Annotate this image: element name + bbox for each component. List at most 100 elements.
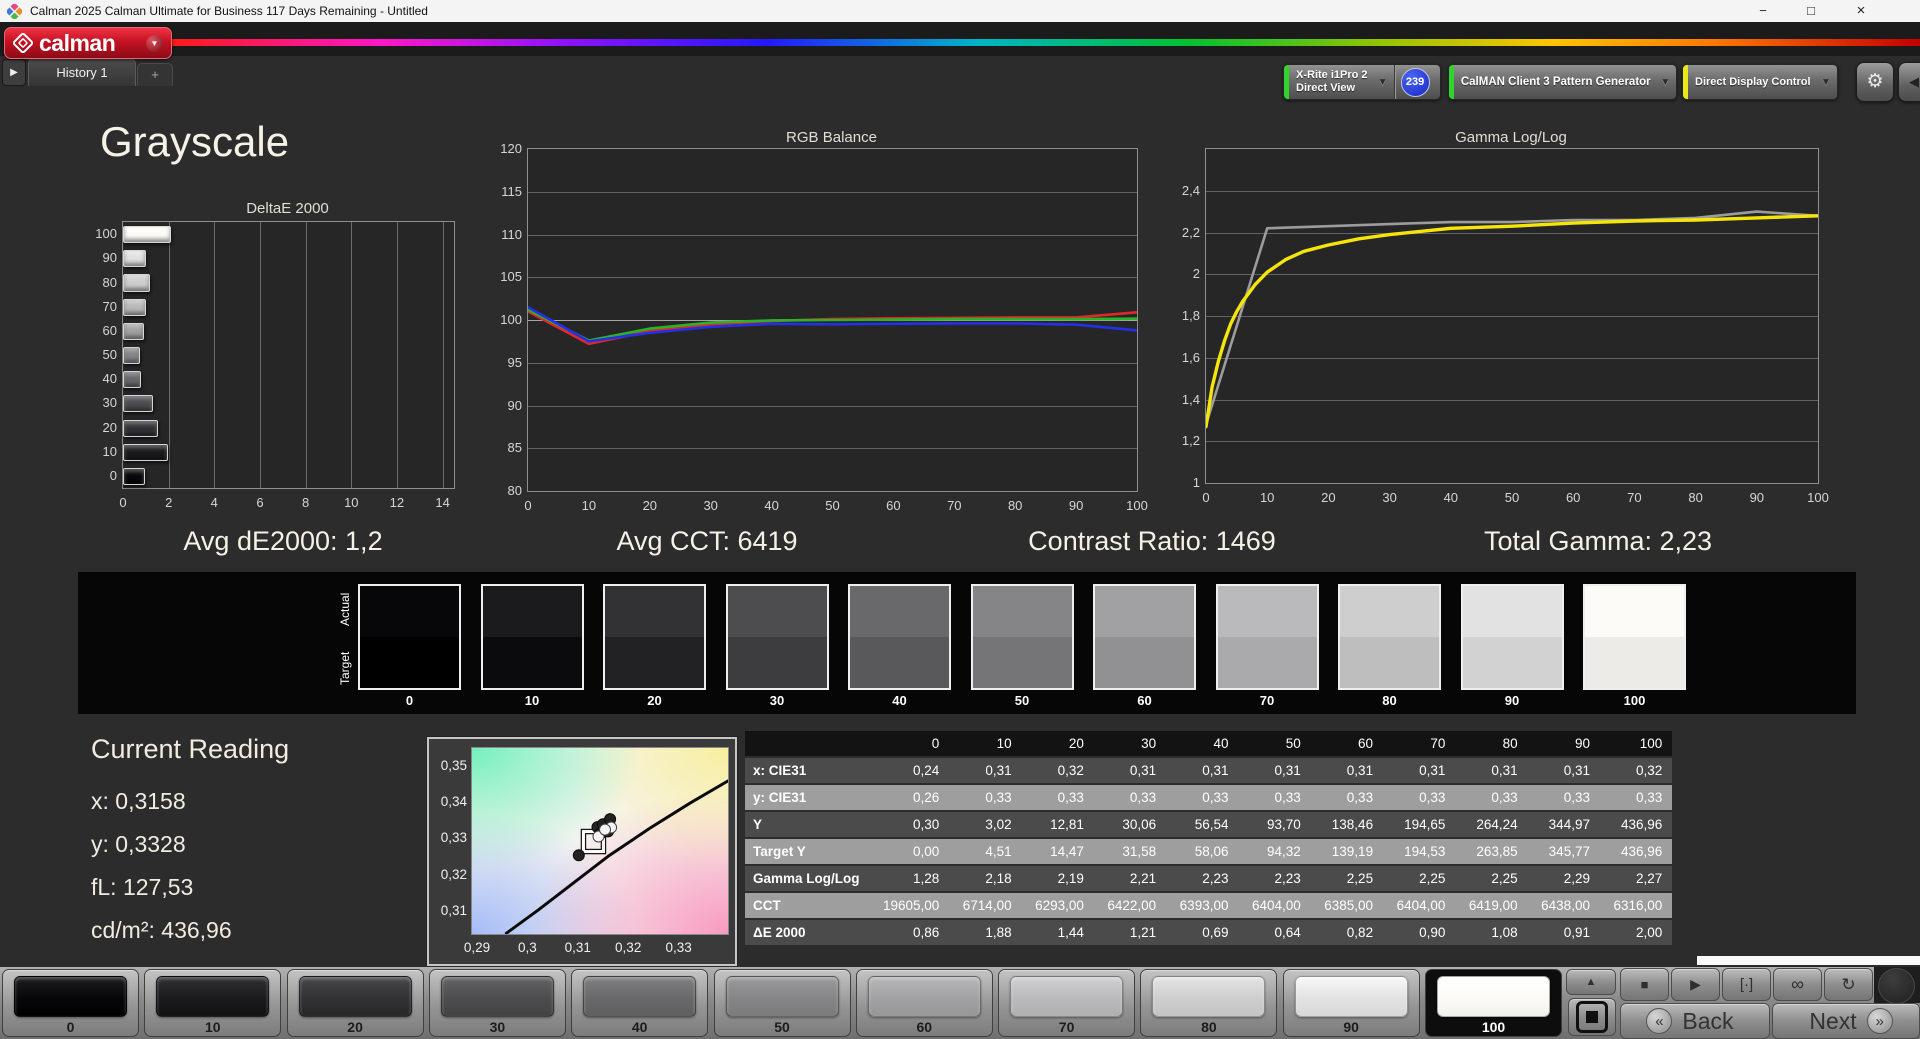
pattern-level-button-70[interactable]: 70 <box>998 969 1136 1037</box>
table-cell: 6438,00 <box>1527 893 1600 918</box>
window-title: Calman 2025 Calman Ultimate for Business… <box>30 4 428 18</box>
pattern-generator-selector[interactable]: CalMAN Client 3 Pattern Generator ▼ <box>1448 64 1677 100</box>
current-reading-x: x: 0,3158 <box>91 788 186 814</box>
cie-ytick-0,34: 0,34 <box>440 794 467 810</box>
deltae-ytick-30: 30 <box>102 395 117 411</box>
table-cell: 0,33 <box>1599 785 1673 810</box>
calman-logo-text: calman <box>39 29 116 56</box>
measurement-table-container: 0 10 20 30 40 50 60 70 80 90 100 x: CIE31 0,24 0,31 0,… <box>745 729 1673 947</box>
infinity-icon[interactable]: ∞ <box>1773 968 1822 1001</box>
pattern-generator-dropdown-icon: ▼ <box>1660 76 1671 88</box>
pattern-level-button-100[interactable]: 100 <box>1425 969 1562 1037</box>
gamma-line-target-gamma <box>1206 210 1818 426</box>
deltae-bar-20 <box>123 419 158 437</box>
pattern-level-button-40[interactable]: 40 <box>571 969 709 1037</box>
rgb-ytick-95: 95 <box>507 354 522 370</box>
table-col-10: 10 <box>949 731 1022 756</box>
cie-daylight-locus <box>504 779 728 934</box>
pattern-level-label-100: 100 <box>1481 1019 1506 1035</box>
gamma-chart-title: Gamma Log/Log <box>1455 129 1567 146</box>
rgb-ytick-110: 110 <box>501 226 522 242</box>
deltae-ytick-90: 90 <box>102 250 117 266</box>
table-cell: 0,82 <box>1310 920 1384 945</box>
deltae-ytick-10: 10 <box>102 443 117 459</box>
deltae-ytick-60: 60 <box>102 322 117 338</box>
pattern-level-button-50[interactable]: 50 <box>713 969 851 1037</box>
deltae-xtick-12: 12 <box>389 495 405 510</box>
next-button[interactable]: Next » <box>1772 1003 1920 1039</box>
grayscale-swatch-60: 60 <box>1093 584 1196 708</box>
collapse-panel-icon[interactable]: ◀ <box>1898 62 1920 102</box>
play-icon[interactable]: ▶ <box>1671 968 1720 1001</box>
grayscale-swatch-90: 90 <box>1460 584 1564 708</box>
gamma-ytick-1,6: 1,6 <box>1181 349 1200 365</box>
table-cell: 0,32 <box>1599 758 1673 783</box>
table-cell: 0,69 <box>1166 920 1239 945</box>
refresh-icon[interactable]: ↻ <box>1824 968 1873 1001</box>
rgb-balance-chart: 120 115 110 105 100 95 90 85 80 0 10 20 30 40 50 60 70 80… <box>500 141 1148 513</box>
display-control-label: Direct Display Control <box>1695 75 1811 88</box>
calman-menu-button[interactable]: calman ▼ <box>4 27 172 59</box>
pattern-level-label-10: 10 <box>205 1019 221 1035</box>
gamma-xtick-20: 20 <box>1321 490 1336 505</box>
table-cell: 264,24 <box>1455 812 1528 837</box>
logo-dropdown-icon: ▼ <box>146 34 163 52</box>
grayscale-swatch-10: 10 <box>480 584 584 708</box>
cie-xtick-0,3: 0,3 <box>518 940 537 955</box>
history-panel-expand-button[interactable]: ▶ <box>2 59 26 86</box>
rgb-ytick-115: 115 <box>501 183 522 199</box>
gamma-xtick-50: 50 <box>1504 490 1520 505</box>
deltae-bar-90 <box>123 250 146 268</box>
white-strip <box>1697 956 1920 965</box>
rgb-ytick-105: 105 <box>500 269 522 285</box>
table-cell: 2,00 <box>1599 920 1673 945</box>
gamma-xtick-90: 90 <box>1749 490 1765 505</box>
deltae-bar-0 <box>123 467 145 485</box>
table-row-cct: CCT 19605,00 6714,00 6293,00 6422,00 6393,00 6… <box>745 893 1673 918</box>
maximize-icon[interactable]: □ <box>1790 0 1832 22</box>
row-label: y: CIE31 <box>745 785 877 810</box>
back-button[interactable]: « Back <box>1620 1003 1770 1039</box>
deltae-bar-40 <box>123 371 141 389</box>
table-col-100: 100 <box>1599 731 1673 756</box>
pattern-level-swatch-60 <box>867 976 981 1017</box>
meter-divider <box>1393 65 1395 99</box>
pattern-level-button-10[interactable]: 10 <box>144 969 282 1037</box>
pattern-level-label-0: 0 <box>66 1019 75 1035</box>
table-cell: 0,30 <box>877 812 950 837</box>
pattern-window-button[interactable] <box>1568 998 1616 1036</box>
table-row--e-2000: ΔE 2000 0,86 1,88 1,44 1,21 0,69 0,64 0,82 0,90 1… <box>745 920 1673 945</box>
pattern-level-button-60[interactable]: 60 <box>855 969 993 1037</box>
gamma-ytick-2: 2 <box>1192 266 1200 282</box>
rgb-ytick-80: 80 <box>507 483 522 498</box>
deltae-xtick-0: 0 <box>119 495 127 510</box>
pattern-level-button-90[interactable]: 90 <box>1282 969 1420 1037</box>
table-cell: 0,33 <box>949 785 1022 810</box>
pattern-level-button-80[interactable]: 80 <box>1140 969 1278 1037</box>
pattern-level-button-20[interactable]: 20 <box>286 969 424 1037</box>
tab-history-1[interactable]: History 1 <box>28 58 136 86</box>
chevron-up-icon[interactable]: ▲ <box>1566 969 1616 995</box>
close-icon[interactable]: × <box>1840 0 1882 22</box>
table-cell: 0,26 <box>877 785 950 810</box>
display-control-selector[interactable]: Direct Display Control ▼ <box>1682 64 1838 100</box>
table-cell: 6419,00 <box>1455 893 1528 918</box>
single-pattern-icon[interactable]: [·] <box>1722 968 1771 1001</box>
row-label: Y <box>745 812 877 837</box>
gear-icon[interactable]: ⚙ <box>1856 62 1894 102</box>
table-cell: 6714,00 <box>949 893 1022 918</box>
table-cell: 1,08 <box>1455 920 1528 945</box>
stop-icon[interactable]: ■ <box>1620 968 1669 1001</box>
add-tab-button[interactable]: + <box>137 63 173 86</box>
rgb-line-blue <box>528 305 1137 343</box>
table-cell: 1,44 <box>1021 920 1094 945</box>
gamma-ytick-2,4: 2,4 <box>1181 182 1200 198</box>
pattern-level-button-30[interactable]: 30 <box>428 969 566 1037</box>
meter-selector[interactable]: X-Rite i1Pro 2 Direct View ▼ 239 <box>1283 64 1441 100</box>
minimize-icon[interactable]: − <box>1742 0 1784 22</box>
deltae-bar-50 <box>123 346 140 365</box>
pattern-level-button-0[interactable]: 0 <box>2 969 139 1037</box>
table-cell: 1,21 <box>1093 920 1167 945</box>
current-reading-title: Current Reading <box>91 734 290 764</box>
grayscale-swatch-0: 0 <box>358 584 461 708</box>
